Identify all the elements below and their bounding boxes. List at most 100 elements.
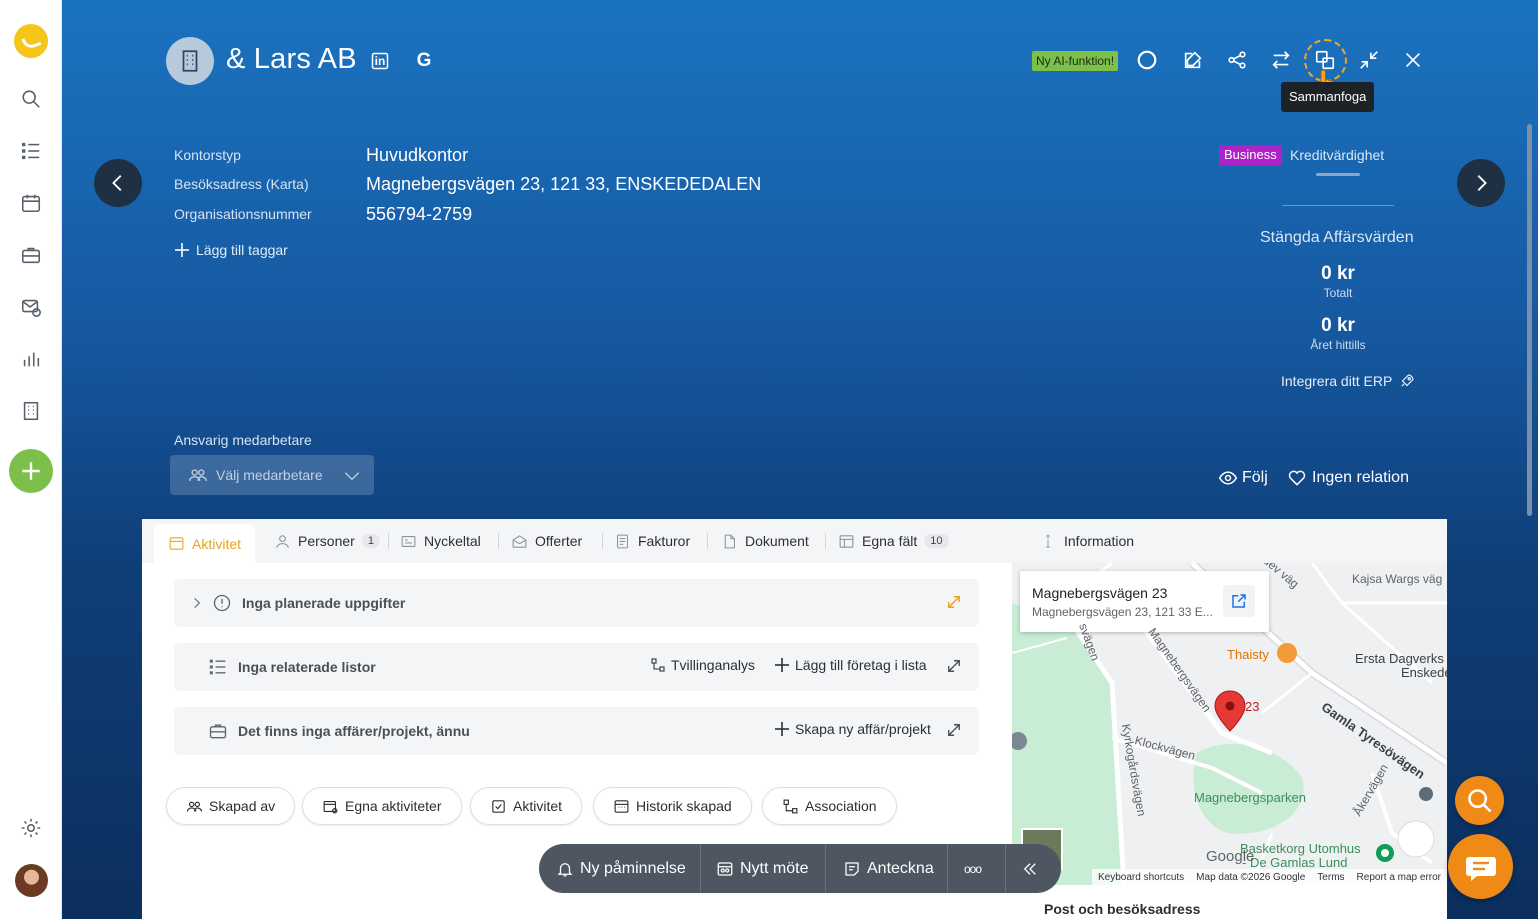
responsible-select[interactable]: Välj medarbetare [170,455,374,495]
header-scrollbar[interactable] [1527,124,1532,516]
twin-analysis-button[interactable]: Tvillinganalys [650,657,755,673]
tab-dokument[interactable]: Dokument [721,519,809,563]
create-deal-button[interactable]: Skapa ny affär/projekt [774,721,931,737]
chat-icon [1465,856,1496,881]
map-footer-link[interactable]: Keyboard shortcuts [1098,872,1184,883]
tab-count: 1 [361,534,380,548]
new-meeting-label: Nytt möte [740,859,809,877]
filter-association[interactable]: Association [762,787,897,825]
user-avatar[interactable] [15,864,48,897]
chevron-left-icon [112,175,122,191]
add-button[interactable] [9,449,53,493]
expand-icon[interactable] [947,595,963,611]
chevron-right-icon [1477,175,1487,191]
new-meeting-button[interactable]: Nytt möte [716,844,808,893]
integrate-erp-link[interactable]: Integrera ditt ERP [1281,372,1416,390]
tab-fakturor[interactable]: Fakturor [614,519,690,563]
app-logo-icon[interactable] [14,24,48,58]
note-button[interactable]: Anteckna [843,844,934,893]
tab-label: Dokument [745,533,809,549]
search-icon[interactable] [19,87,43,111]
ai-feature-badge[interactable]: Ny AI-funktion! [1032,51,1119,71]
search-fab[interactable] [1455,776,1504,825]
planned-tasks-row[interactable]: Inga planerade uppgifter [174,579,979,627]
collapse-icon[interactable] [1356,47,1382,73]
chat-fab[interactable] [1448,834,1513,899]
swap-icon[interactable] [1268,47,1294,73]
previous-company-button[interactable] [94,159,142,207]
tab-separator [602,533,603,549]
information-panel: Information Magnebergsvägen 23 Magneberg… [1012,519,1447,919]
tab-personer[interactable]: Personer 1 [274,519,380,563]
map-label: Magnebergsparken [1194,790,1307,805]
tab-aktivitet[interactable]: Aktivitet [154,524,256,563]
chip-label: Association [805,798,877,814]
alert-circle-icon [213,594,231,612]
mail-campaign-icon[interactable] [19,295,43,319]
note-icon [845,861,859,876]
filter-own-activities[interactable]: Egna aktiviteter [302,787,462,825]
bottom-action-bar: Ny påminnelse Nytt möte Anteckna ooo [539,844,1061,893]
new-reminder-button[interactable]: Ny påminnelse [556,844,686,893]
filter-history-created[interactable]: Historik skapad [593,787,752,825]
tab-label: Fakturor [638,533,691,549]
double-chevron-left-icon [1023,862,1036,875]
plus-icon [775,658,789,672]
tab-egna-falt[interactable]: Egna fält 10 [838,519,949,563]
expand-icon[interactable] [947,723,963,739]
next-company-button[interactable] [1457,159,1505,207]
left-sidebar [0,0,62,919]
open-map-button[interactable] [1223,585,1255,617]
plus-icon [22,462,40,480]
credit-rating-label[interactable]: Kreditvärdighet [1290,147,1384,163]
add-tags-label: Lägg till taggar [196,242,288,258]
tab-separator [707,533,708,549]
reports-icon[interactable] [19,347,43,371]
tab-separator [825,533,826,549]
bar-separator [1005,844,1006,893]
quote-icon [512,534,527,548]
visit-address-label[interactable]: Besöksadress (Karta) [174,176,309,192]
credit-rating-bar [1316,173,1360,176]
map-footer-link[interactable]: Report a map error [1357,872,1441,883]
twin-analysis-label: Tvillinganalys [671,657,756,673]
map-place-card[interactable]: Magnebergsvägen 23 Magnebergsvägen 23, 1… [1020,571,1269,632]
map-place-address: Magnebergsvägen 23, 121 33 E... [1032,605,1213,619]
bar-separator [825,844,826,893]
google-label: G [416,50,432,71]
business-badge: Business [1219,145,1282,165]
tab-offerter[interactable]: Offerter [511,519,582,563]
create-deal-label: Skapa ny affär/projekt [795,721,931,737]
map-label: Enskede [1401,665,1447,680]
list-icon[interactable] [19,139,43,163]
chevron-right-icon[interactable] [190,596,204,610]
search-icon [1467,788,1491,812]
add-to-list-button[interactable]: Lägg till företag i lista [774,657,927,673]
calendar-icon[interactable] [19,191,43,215]
tab-nyckeltal[interactable]: Nyckeltal [400,519,481,563]
filter-created-by[interactable]: Skapad av [166,787,296,825]
add-tags-button[interactable]: Lägg till taggar [174,242,288,258]
collapse-bar-button[interactable] [1021,844,1039,893]
linkedin-label: in [374,54,386,68]
settings-icon[interactable] [19,816,43,840]
circle-status-icon[interactable] [1134,47,1160,73]
closed-deals-title: Stängda Affärsvärden [1260,229,1414,246]
linkedin-icon[interactable]: in [369,50,391,72]
map-view[interactable]: Magnebergsvägen 23 Magnebergsvägen 23, 1… [1012,563,1447,885]
related-lists-row: Inga relaterade listor Tvillinganalys Lä… [174,643,979,691]
chip-label: Aktivitet [513,798,563,814]
map-footer-link[interactable]: Terms [1317,872,1344,883]
expand-icon[interactable] [947,659,963,675]
close-icon[interactable] [1400,47,1426,73]
edit-icon[interactable] [1180,47,1206,73]
companies-icon[interactable] [19,399,43,423]
share-icon[interactable] [1224,47,1250,73]
relation-button[interactable]: Ingen relation [1287,468,1409,488]
follow-button[interactable]: Följ [1218,468,1268,488]
map-label: Kajsa Wargs väg [1352,572,1443,586]
google-icon[interactable]: G [413,50,435,72]
briefcase-icon[interactable] [19,243,43,267]
filter-activity[interactable]: Aktivitet [470,787,583,825]
more-actions-button[interactable]: ooo [964,844,982,893]
